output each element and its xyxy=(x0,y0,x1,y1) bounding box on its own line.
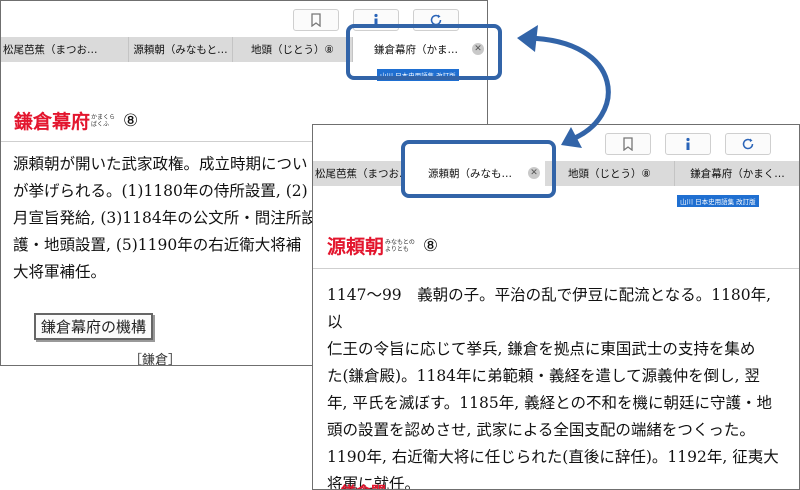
switch-arrow-icon xyxy=(517,25,611,148)
